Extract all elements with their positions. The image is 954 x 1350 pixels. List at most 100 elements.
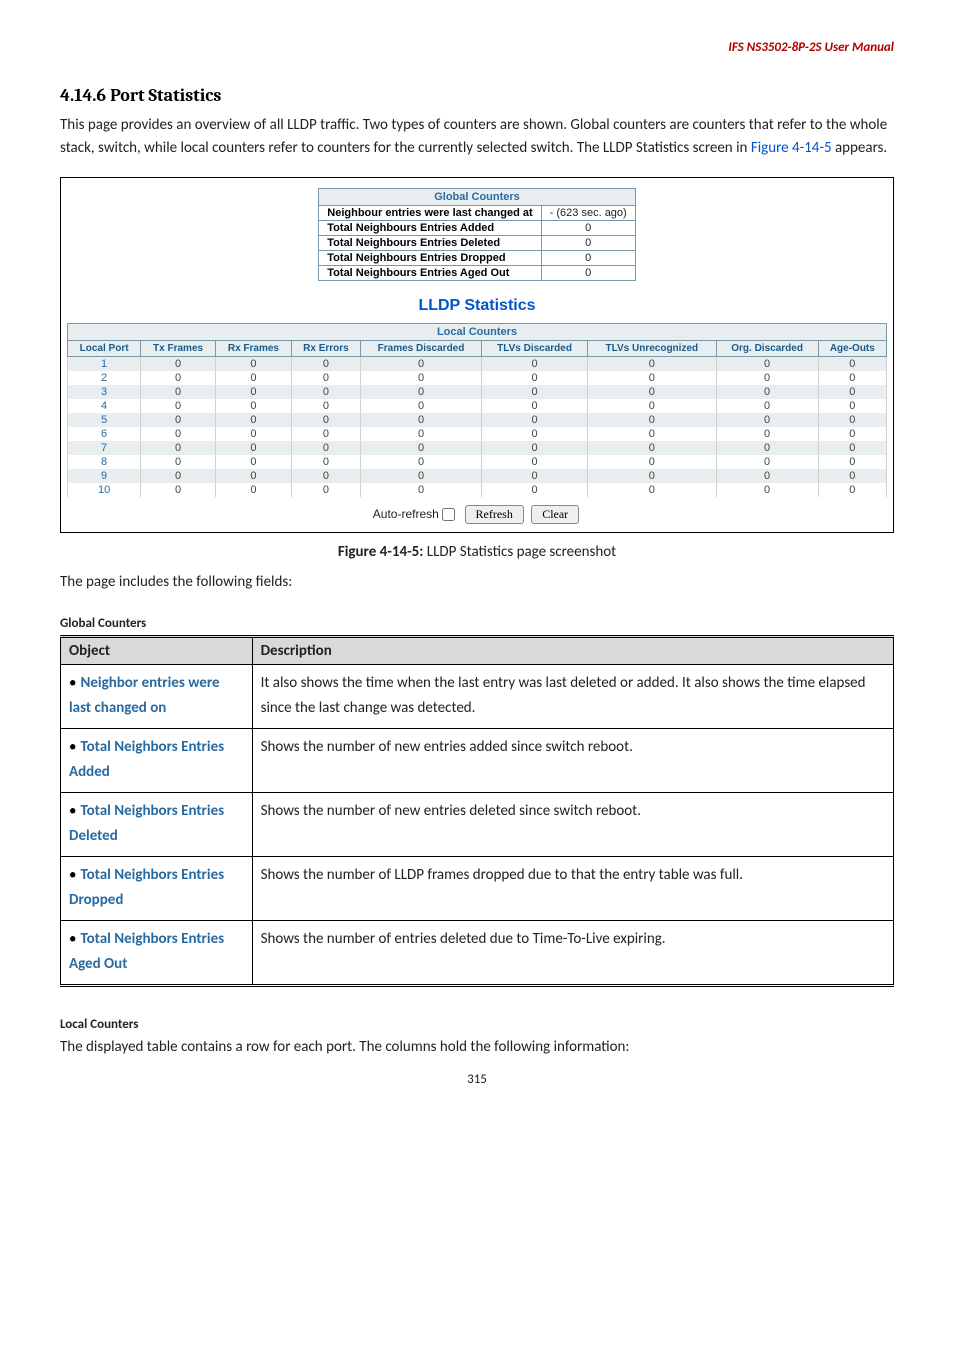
cell: 0: [482, 385, 588, 399]
table-row: 800000000: [68, 455, 887, 469]
cell: 0: [588, 455, 717, 469]
cell: 2: [68, 371, 141, 385]
cell: 0: [716, 469, 818, 483]
cell: 0: [716, 413, 818, 427]
cell: 0: [215, 399, 291, 413]
local-counters-subtitle: Local Counters: [60, 1017, 894, 1032]
cell: 0: [360, 441, 481, 455]
table-row: 300000000: [68, 385, 887, 399]
global-fields-table: Object Description •Neighbor entries wer…: [60, 635, 894, 987]
cell: 0: [482, 399, 588, 413]
cell: 9: [68, 469, 141, 483]
gc-row3-label: Total Neighbours Entries Deleted: [319, 236, 541, 251]
col-frames-discarded: Frames Discarded: [360, 341, 481, 357]
cell: 1: [68, 357, 141, 372]
table-row: •Total Neighbors Entries Aged Out Shows …: [61, 920, 894, 985]
table-row: •Total Neighbors Entries Dropped Shows t…: [61, 856, 894, 920]
cell: 0: [360, 399, 481, 413]
obj-entries-deleted: Total Neighbors Entries Deleted: [69, 802, 224, 846]
cell: 0: [482, 413, 588, 427]
col-tx-frames: Tx Frames: [141, 341, 216, 357]
cell: 0: [588, 441, 717, 455]
gc-row5-val: 0: [541, 266, 635, 281]
cell: 0: [215, 357, 291, 372]
bullet-icon: •: [69, 802, 76, 820]
cell: 0: [215, 371, 291, 385]
cell: 0: [291, 385, 360, 399]
page-number: 315: [60, 1072, 894, 1087]
manual-header: IFS NS3502-8P-2S User Manual: [60, 40, 894, 55]
fields-hdr-description: Description: [252, 636, 893, 664]
cell: 0: [291, 455, 360, 469]
clear-button[interactable]: Clear: [531, 505, 579, 524]
cell: 0: [818, 371, 886, 385]
cell: 0: [482, 371, 588, 385]
cell: 0: [588, 483, 717, 497]
cell: 0: [482, 483, 588, 497]
cell: 0: [588, 427, 717, 441]
desc-neighbor-entries: It also shows the time when the last ent…: [252, 664, 893, 728]
cell: 0: [141, 441, 216, 455]
local-counters-header: Local Counters: [68, 324, 887, 341]
cell: 0: [818, 427, 886, 441]
cell: 4: [68, 399, 141, 413]
refresh-button[interactable]: Refresh: [465, 505, 524, 524]
gc-row1-label: Neighbour entries were last changed at: [319, 206, 541, 221]
figure-text: LLDP Statistics page screenshot: [423, 543, 616, 561]
auto-refresh-label[interactable]: Auto-refresh: [373, 507, 463, 521]
cell: 0: [716, 483, 818, 497]
screenshot-figure: Global Counters Neighbour entries were l…: [60, 177, 894, 533]
cell: 0: [716, 357, 818, 372]
gc-row3-val: 0: [541, 236, 635, 251]
cell: 0: [215, 385, 291, 399]
cell: 0: [360, 469, 481, 483]
cell: 7: [68, 441, 141, 455]
cell: 0: [482, 357, 588, 372]
cell: 0: [818, 455, 886, 469]
cell: 0: [588, 385, 717, 399]
local-table-header-row: Local Port Tx Frames Rx Frames Rx Errors…: [68, 341, 887, 357]
cell: 0: [482, 427, 588, 441]
cell: 0: [291, 441, 360, 455]
cell: 0: [818, 413, 886, 427]
cell: 0: [716, 441, 818, 455]
cell: 0: [360, 455, 481, 469]
col-tlvs-unrecognized: TLVs Unrecognized: [588, 341, 717, 357]
cell: 0: [291, 483, 360, 497]
cell: 0: [141, 357, 216, 372]
auto-refresh-checkbox[interactable]: [442, 508, 455, 521]
cell: 0: [818, 385, 886, 399]
cell: 0: [141, 399, 216, 413]
cell: 0: [482, 441, 588, 455]
global-counters-header: Global Counters: [319, 189, 635, 206]
table-row: 400000000: [68, 399, 887, 413]
col-org-discarded: Org. Discarded: [716, 341, 818, 357]
cell: 0: [818, 357, 886, 372]
global-counters-subtitle: Global Counters: [60, 616, 894, 631]
cell: 0: [141, 413, 216, 427]
cell: 0: [215, 455, 291, 469]
table-row: 100000000: [68, 357, 887, 372]
intro-paragraph: This page provides an overview of all LL…: [60, 114, 894, 159]
cell: 0: [360, 483, 481, 497]
cell: 0: [291, 371, 360, 385]
figure-number: Figure 4-14-5:: [338, 543, 424, 561]
obj-neighbor-entries: Neighbor entries were last changed on: [69, 674, 220, 718]
cell: 0: [588, 371, 717, 385]
cell: 0: [215, 483, 291, 497]
cell: 0: [215, 427, 291, 441]
cell: 0: [818, 483, 886, 497]
col-tlvs-discarded: TLVs Discarded: [482, 341, 588, 357]
bullet-icon: •: [69, 930, 76, 948]
gc-row1-val: - (623 sec. ago): [541, 206, 635, 221]
bullet-icon: •: [69, 866, 76, 884]
section-heading: 4.14.6 Port Statistics: [60, 85, 894, 106]
controls-row: Auto-refresh Refresh Clear: [67, 505, 887, 524]
cell: 0: [482, 469, 588, 483]
table-row: 500000000: [68, 413, 887, 427]
cell: 5: [68, 413, 141, 427]
cell: 0: [818, 469, 886, 483]
local-counters-table: Local Counters Local Port Tx Frames Rx F…: [67, 323, 887, 497]
cell: 0: [215, 469, 291, 483]
figure-link[interactable]: Figure 4-14-5: [751, 139, 832, 157]
